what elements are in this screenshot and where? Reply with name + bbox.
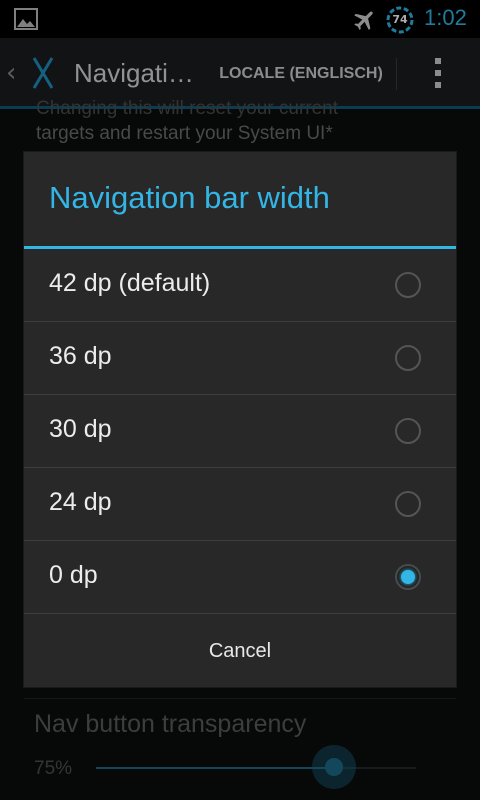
navigation-bar-width-dialog: Navigation bar width 42 dp (default) 36 … (24, 152, 456, 687)
option-36dp[interactable]: 36 dp (24, 322, 456, 395)
option-label: 42 dp (default) (49, 269, 211, 297)
option-label: 0 dp (49, 561, 98, 589)
cancel-button[interactable]: Cancel (24, 615, 456, 687)
option-24dp[interactable]: 24 dp (24, 468, 456, 541)
option-label: 24 dp (49, 488, 112, 516)
option-42dp[interactable]: 42 dp (default) (24, 249, 456, 322)
option-divider (24, 613, 456, 614)
option-30dp[interactable]: 30 dp (24, 395, 456, 468)
radio-button-selected[interactable] (395, 564, 421, 590)
dialog-title: Navigation bar width (49, 180, 330, 215)
radio-button[interactable] (395, 418, 421, 444)
radio-button[interactable] (395, 272, 421, 298)
option-0dp[interactable]: 0 dp (24, 541, 456, 614)
radio-button[interactable] (395, 491, 421, 517)
option-label: 30 dp (49, 415, 112, 443)
option-label: 36 dp (49, 342, 112, 370)
radio-button[interactable] (395, 345, 421, 371)
radio-dot (401, 570, 415, 584)
